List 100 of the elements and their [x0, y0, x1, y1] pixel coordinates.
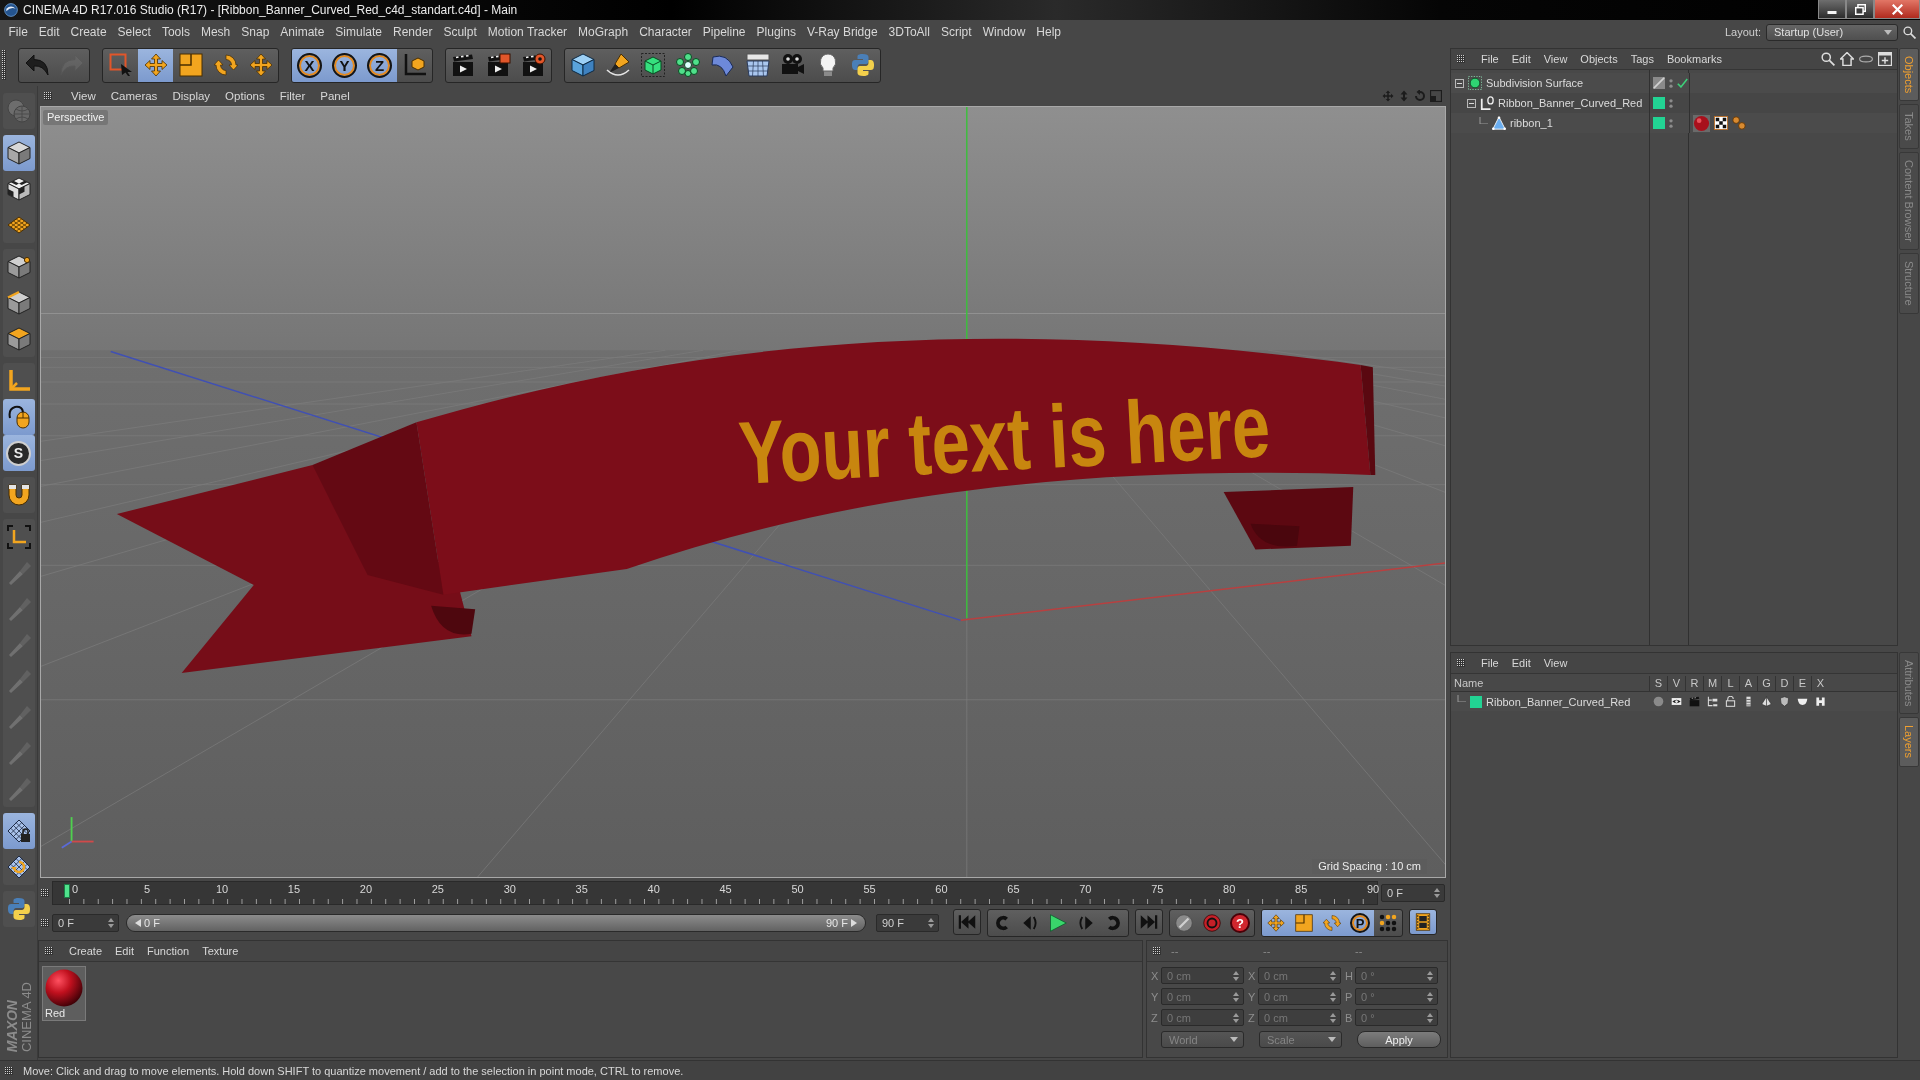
dot-icon[interactable]	[1652, 696, 1664, 707]
beads-tag-icon[interactable]	[1732, 116, 1746, 130]
menu-item[interactable]: Create	[65, 25, 113, 39]
menu-item[interactable]: Edit	[1505, 53, 1538, 65]
menu-item[interactable]: Objects	[1574, 53, 1625, 65]
menu-item[interactable]: Tools	[156, 25, 196, 39]
python-icon	[850, 53, 875, 77]
menu-item[interactable]: View	[1537, 657, 1575, 669]
lock-icon[interactable]	[1724, 696, 1736, 707]
check-icon[interactable]	[1677, 78, 1688, 88]
menu-item[interactable]: View	[64, 90, 104, 102]
menu-item[interactable]: Script	[935, 25, 978, 39]
menu-item[interactable]: Tags	[1624, 53, 1661, 65]
start-frame-field[interactable]: 0 F	[52, 914, 119, 932]
grip-icon[interactable]	[5, 1066, 13, 1075]
checker-tag-icon[interactable]	[1714, 116, 1728, 130]
tool-button[interactable]	[138, 48, 173, 82]
menu-item[interactable]: Cameras	[103, 90, 166, 102]
menu-item[interactable]: Snap	[235, 25, 275, 39]
menu-item[interactable]: Panel	[313, 90, 358, 102]
menu-item[interactable]: File	[1475, 657, 1506, 669]
menu-item[interactable]: Plugins	[751, 25, 802, 39]
menu-item[interactable]: Create	[63, 945, 110, 957]
tool-button[interactable]: P	[1346, 910, 1374, 936]
search-icon[interactable]	[1903, 25, 1916, 39]
menu-item[interactable]: Window	[977, 25, 1031, 39]
hierarchy-icon[interactable]	[1706, 696, 1718, 707]
bowl-icon[interactable]	[1796, 696, 1808, 707]
visibility-dots-icon[interactable]	[1669, 77, 1673, 89]
menu-item[interactable]: Simulate	[329, 25, 388, 39]
tool-button[interactable]	[2, 135, 35, 171]
menu-item[interactable]: Filter	[272, 90, 314, 102]
search-icon[interactable]	[1821, 52, 1835, 66]
frame-label: 15	[287, 883, 301, 895]
spinner-icon	[1233, 1012, 1239, 1023]
tool-button[interactable]: Y	[327, 48, 362, 82]
layer-swatch-icon[interactable]	[1653, 117, 1665, 129]
material-tile[interactable]: Red	[42, 966, 86, 1021]
menu-item[interactable]: Texture	[196, 945, 246, 957]
menu-item[interactable]: File	[1475, 53, 1506, 65]
layer-swatch-icon[interactable]	[1653, 97, 1665, 109]
key-icon	[1175, 914, 1193, 932]
shield-icon[interactable]	[1778, 696, 1790, 707]
menu-item[interactable]: Edit	[33, 25, 66, 39]
menu-item[interactable]: Animate	[274, 25, 330, 39]
grip-icon[interactable]	[45, 947, 53, 955]
range-slider[interactable]: 0 F 90 F	[126, 914, 866, 932]
spinner-icon	[1427, 970, 1433, 981]
tool-button[interactable]: X	[292, 48, 327, 82]
visibility-dots-icon[interactable]	[1669, 117, 1673, 129]
axis-label: Z	[1151, 1011, 1159, 1024]
brush-icon	[6, 669, 31, 693]
playhead-handle[interactable]	[64, 884, 70, 898]
eye-icon[interactable]	[1670, 696, 1682, 707]
end-frame-field[interactable]: 90 F	[876, 914, 939, 932]
timeline-ruler[interactable]: 0 5 10 15 20 25 30 35 40 45 50 55 60 65 70 75 80 85 90	[52, 881, 1378, 905]
menu-item[interactable]: View	[1537, 53, 1575, 65]
menu-item[interactable]: File	[3, 25, 34, 39]
home-icon[interactable]	[1840, 52, 1854, 66]
tool-button[interactable]	[1409, 909, 1437, 935]
menu-item[interactable]: Edit	[1505, 657, 1538, 669]
menu-item[interactable]: Help	[1030, 25, 1067, 39]
menu-item[interactable]: Display	[165, 90, 219, 102]
tool-button[interactable]	[2, 399, 35, 435]
menu-item[interactable]: Render	[387, 25, 438, 39]
menu-item[interactable]: Bookmarks	[1660, 53, 1729, 65]
restore-button[interactable]	[1846, 0, 1874, 19]
pyramid-icon[interactable]	[1760, 696, 1772, 707]
grip-icon[interactable]	[1457, 659, 1465, 667]
collapse-icon[interactable]	[1467, 98, 1476, 108]
new-window-icon[interactable]	[1878, 52, 1892, 66]
node-icon[interactable]	[1814, 696, 1826, 707]
visibility-dots-icon[interactable]	[1669, 97, 1673, 109]
layout-dropdown[interactable]: Startup (User)	[1766, 23, 1898, 41]
menu-item[interactable]: 3DToAll	[883, 25, 936, 39]
menu-item[interactable]: V-Ray Bridge	[801, 25, 884, 39]
menu-item[interactable]: Pipeline	[697, 25, 752, 39]
menu-item[interactable]: MoGraph	[572, 25, 634, 39]
collapse-icon[interactable]	[1455, 78, 1464, 88]
grip-icon[interactable]	[41, 919, 49, 927]
grip-icon[interactable]	[2, 50, 6, 80]
tool-button[interactable]: Z	[362, 48, 397, 82]
close-button[interactable]	[1874, 0, 1920, 19]
menu-item[interactable]: Motion Tracker	[482, 25, 573, 39]
tool-button[interactable]	[2, 813, 35, 849]
menu-item[interactable]: Function	[141, 945, 197, 957]
minimize-button[interactable]	[1818, 0, 1846, 19]
grip-icon[interactable]	[1457, 55, 1465, 63]
menu-item[interactable]: Edit	[109, 945, 141, 957]
menu-item[interactable]: Options	[218, 90, 273, 102]
tool-button[interactable]: S	[2, 435, 35, 471]
current-frame-field[interactable]: 0 F	[1381, 884, 1445, 902]
menu-item[interactable]: Select	[112, 25, 157, 39]
grip-icon[interactable]	[44, 92, 52, 100]
oval-icon[interactable]	[1859, 52, 1873, 66]
layer-swatch-icon[interactable]	[1470, 695, 1482, 708]
grip-icon[interactable]	[41, 889, 49, 897]
menu-item[interactable]: Sculpt	[437, 25, 483, 39]
menu-item[interactable]: Mesh	[195, 25, 236, 39]
menu-item[interactable]: Character	[633, 25, 698, 39]
